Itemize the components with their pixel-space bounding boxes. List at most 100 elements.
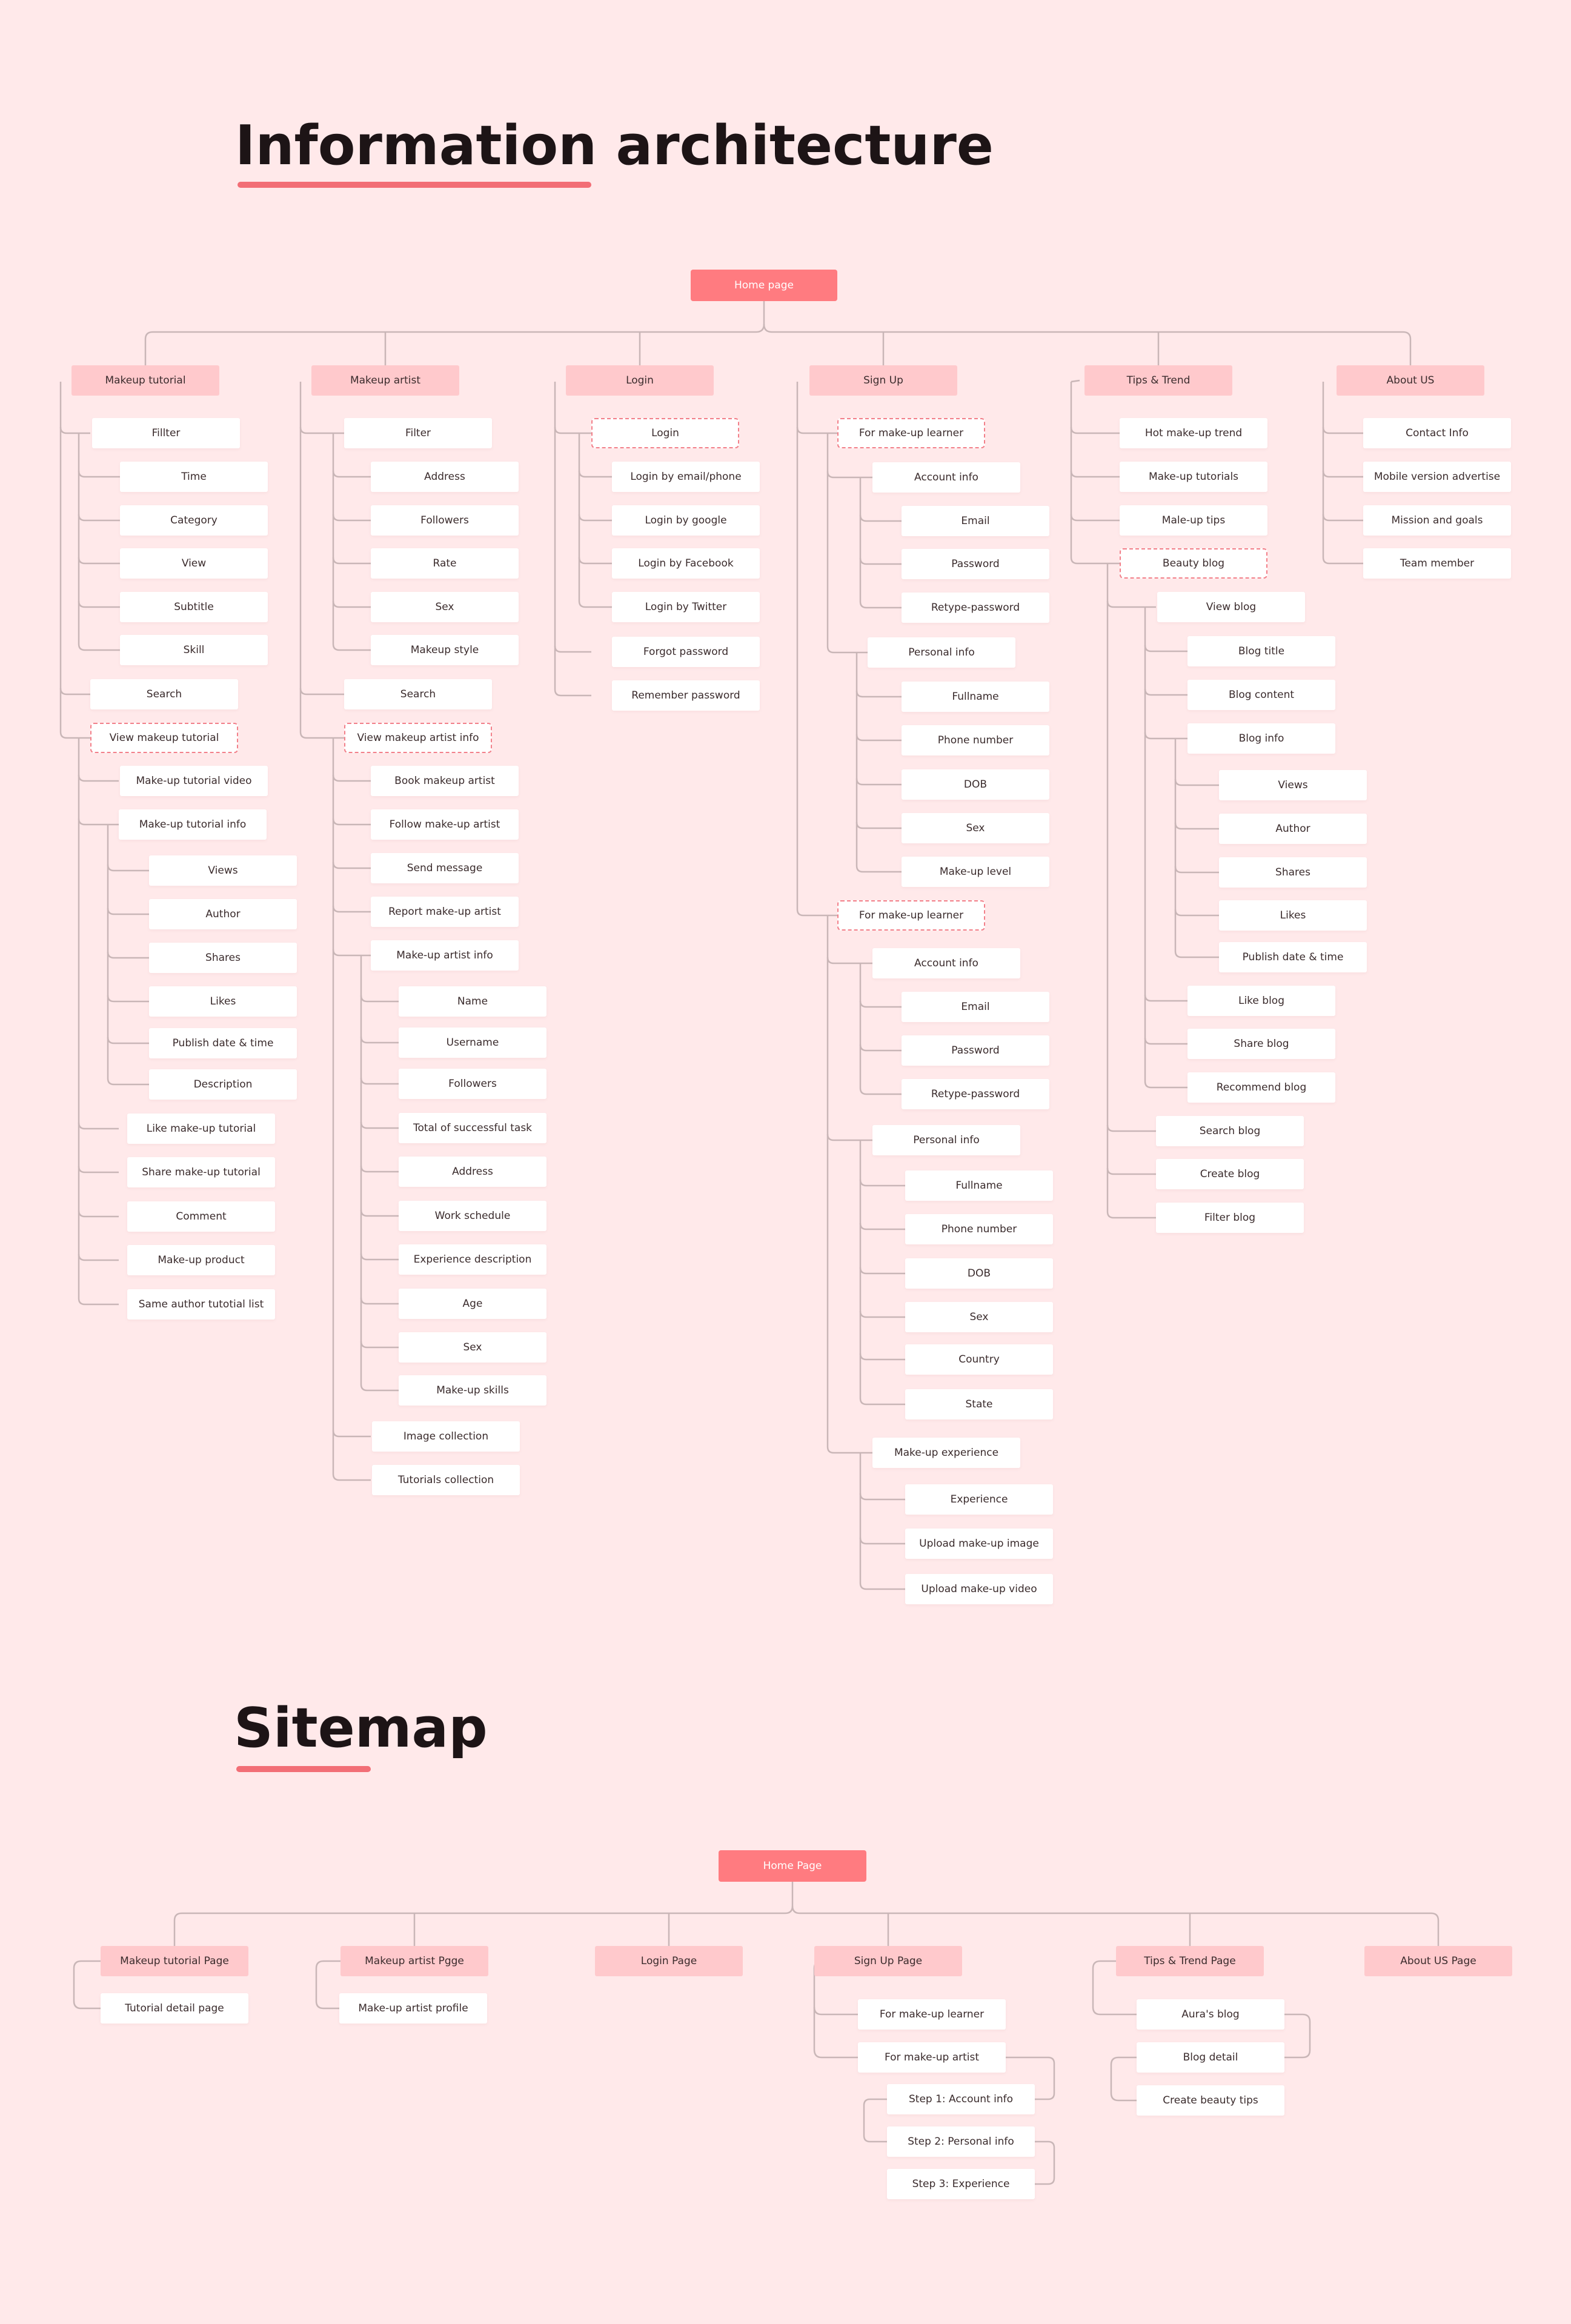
node-likes[interactable]: Likes [1219,900,1367,931]
node-tutorials-collection[interactable]: Tutorials collection [372,1465,520,1495]
node-followers[interactable]: Followers [371,505,519,536]
node-views[interactable]: Views [1219,770,1367,800]
node-team-member[interactable]: Team member [1363,548,1511,579]
node-likes[interactable]: Likes [149,986,297,1017]
node-author[interactable]: Author [1219,814,1367,844]
node-for-make-up-learner[interactable]: For make-up learner [858,1999,1006,2030]
node-blog-title[interactable]: Blog title [1187,636,1335,666]
node-make-up-artist-info[interactable]: Make-up artist info [371,940,519,971]
node-sex[interactable]: Sex [902,813,1049,843]
node-age[interactable]: Age [399,1289,546,1319]
node-category[interactable]: Category [120,505,268,536]
node-email[interactable]: Email [902,992,1049,1022]
node-remember-password[interactable]: Remember password [612,680,760,711]
node-step-3-experience[interactable]: Step 3: Experience [887,2169,1035,2199]
node-make-up-skills[interactable]: Make-up skills [399,1375,546,1406]
node-description[interactable]: Description [149,1069,297,1100]
node-blog-content[interactable]: Blog content [1187,680,1335,710]
node-dob[interactable]: DOB [905,1258,1053,1289]
node-account-info[interactable]: Account info [872,948,1020,978]
node-male-up-tips[interactable]: Male-up tips [1120,505,1267,536]
node-mobile-version-advertise[interactable]: Mobile version advertise [1363,462,1511,492]
node-time[interactable]: Time [120,462,268,492]
node-for-make-up-artist[interactable]: For make-up artist [858,2042,1006,2073]
node-make-up-tutorial-video[interactable]: Make-up tutorial video [120,766,268,796]
node-follow-make-up-artist[interactable]: Follow make-up artist [371,809,519,840]
node-country[interactable]: Country [905,1344,1053,1375]
node-blog-info[interactable]: Blog info [1187,723,1335,754]
ia-category-tips-trend[interactable]: Tips & Trend [1084,365,1232,396]
node-login-by-twitter[interactable]: Login by Twitter [612,592,760,622]
node-aura-s-blog[interactable]: Aura's blog [1137,1999,1284,2030]
node-experience[interactable]: Experience [905,1484,1053,1515]
node-view-blog[interactable]: View blog [1157,592,1305,622]
node-retype-password[interactable]: Retype-password [902,593,1049,623]
node-view-makeup-tutorial[interactable]: View makeup tutorial [90,723,238,753]
node-makeup-style[interactable]: Makeup style [371,635,519,665]
node-step-2-personal-info[interactable]: Step 2: Personal info [887,2126,1035,2157]
node-view-makeup-artist-info[interactable]: View makeup artist info [344,723,492,753]
node-personal-info[interactable]: Personal info [868,637,1015,668]
node-make-up-tutorial-info[interactable]: Make-up tutorial info [119,809,267,840]
node-experience-description[interactable]: Experience description [399,1244,546,1275]
node-share-blog[interactable]: Share blog [1187,1029,1335,1059]
node-filter[interactable]: Filter [344,418,492,448]
node-mission-and-goals[interactable]: Mission and goals [1363,505,1511,536]
node-login-by-google[interactable]: Login by google [612,505,760,536]
node-make-up-tutorials[interactable]: Make-up tutorials [1120,462,1267,492]
node-contact-info[interactable]: Contact Info [1363,418,1511,448]
node-search-blog[interactable]: Search blog [1156,1116,1304,1146]
ia-category-login[interactable]: Login [566,365,714,396]
node-sex[interactable]: Sex [371,592,519,622]
node-phone-number[interactable]: Phone number [905,1214,1053,1244]
node-fullname[interactable]: Fullname [905,1170,1053,1201]
node-skill[interactable]: Skill [120,635,268,665]
node-beauty-blog[interactable]: Beauty blog [1120,548,1267,579]
node-search[interactable]: Search [90,679,238,709]
node-book-makeup-artist[interactable]: Book makeup artist [371,766,519,796]
node-forgot-password[interactable]: Forgot password [612,637,760,667]
node-password[interactable]: Password [902,549,1049,579]
node-send-message[interactable]: Send message [371,853,519,883]
node-email[interactable]: Email [902,506,1049,536]
node-password[interactable]: Password [902,1035,1049,1066]
node-hot-make-up-trend[interactable]: Hot make-up trend [1120,418,1267,448]
node-address[interactable]: Address [399,1157,546,1187]
node-for-make-up-learner[interactable]: For make-up learner [837,900,985,931]
node-tutorial-detail-page[interactable]: Tutorial detail page [101,1993,248,2024]
node-shares[interactable]: Shares [149,943,297,973]
node-work-schedule[interactable]: Work schedule [399,1201,546,1231]
node-publish-date-time[interactable]: Publish date & time [1219,942,1367,972]
node-make-up-level[interactable]: Make-up level [902,857,1049,887]
node-phone-number[interactable]: Phone number [902,725,1049,755]
ia-home-node[interactable]: Home page [691,270,837,301]
node-state[interactable]: State [905,1389,1053,1419]
node-fullname[interactable]: Fullname [902,682,1049,712]
ia-category-makeup-tutorial[interactable]: Makeup tutorial [71,365,219,396]
sitemap-page-makeup-tutorial-page[interactable]: Makeup tutorial Page [101,1946,248,1976]
node-fillter[interactable]: Fillter [92,418,240,448]
ia-category-about-us[interactable]: About US [1337,365,1484,396]
node-account-info[interactable]: Account info [872,462,1020,493]
node-upload-make-up-image[interactable]: Upload make-up image [905,1529,1053,1559]
node-make-up-artist-profile[interactable]: Make-up artist profile [339,1993,487,2024]
node-upload-make-up-video[interactable]: Upload make-up video [905,1574,1053,1604]
node-publish-date-time[interactable]: Publish date & time [149,1028,297,1058]
sitemap-page-tips-trend-page[interactable]: Tips & Trend Page [1116,1946,1264,1976]
node-personal-info[interactable]: Personal info [872,1125,1020,1155]
node-step-1-account-info[interactable]: Step 1: Account info [887,2084,1035,2114]
node-shares[interactable]: Shares [1219,857,1367,888]
node-sex[interactable]: Sex [905,1302,1053,1332]
node-username[interactable]: Username [399,1028,546,1058]
node-create-beauty-tips[interactable]: Create beauty tips [1137,2085,1284,2116]
node-same-author-tutotial-list[interactable]: Same author tutotial list [127,1289,275,1320]
node-sex[interactable]: Sex [399,1332,546,1363]
node-dob[interactable]: DOB [902,769,1049,800]
node-address[interactable]: Address [371,462,519,492]
node-like-make-up-tutorial[interactable]: Like make-up tutorial [127,1114,275,1144]
node-report-make-up-artist[interactable]: Report make-up artist [371,897,519,927]
node-total-of-successful-task[interactable]: Total of successful task [399,1113,546,1143]
ia-category-sign-up[interactable]: Sign Up [809,365,957,396]
node-blog-detail[interactable]: Blog detail [1137,2042,1284,2073]
sitemap-page-makeup-artist-pgge[interactable]: Makeup artist Pgge [340,1946,488,1976]
